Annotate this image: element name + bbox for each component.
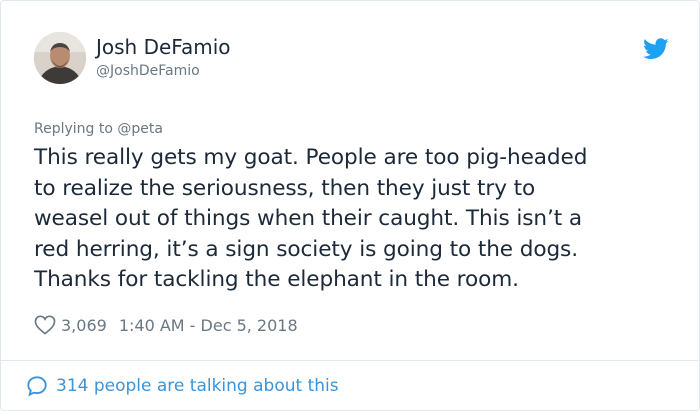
tweet-text-line: to realize the seriousness, then they ju… <box>34 175 536 201</box>
avatar-image <box>34 32 86 84</box>
tweet-card: Josh DeFamio @JoshDeFamio Replying to @p… <box>0 0 700 411</box>
tweet-text-line: Thanks for tackling the elephant in the … <box>34 267 519 292</box>
author-info[interactable]: Josh DeFamio @JoshDeFamio <box>96 34 231 81</box>
twitter-bird-icon[interactable] <box>643 38 669 60</box>
tweet-meta: 3,069 1:40 AM - Dec 5, 2018 <box>34 313 298 337</box>
tweet-text: This really gets my goat. People are too… <box>34 143 674 296</box>
avatar[interactable] <box>34 32 86 84</box>
speech-bubble-icon <box>27 376 47 397</box>
heart-outline-icon[interactable] <box>34 315 56 335</box>
author-display-name[interactable]: Josh DeFamio <box>96 34 231 60</box>
tweet-header: Josh DeFamio @JoshDeFamio <box>34 32 669 88</box>
tweet-text-line: weasel out of things when their caught. … <box>34 206 583 231</box>
author-handle[interactable]: @JoshDeFamio <box>96 61 231 81</box>
tweet-text-line: red herring, it’s a sign society is goin… <box>34 236 578 262</box>
tweet-timestamp[interactable]: 1:40 AM - Dec 5, 2018 <box>119 316 298 335</box>
tweet-text-line: This really gets my goat. People are too… <box>34 145 588 170</box>
like-count[interactable]: 3,069 <box>61 316 107 335</box>
replying-to[interactable]: Replying to @peta <box>34 121 163 137</box>
conversation-link-label[interactable]: 314 people are talking about this <box>56 376 339 396</box>
conversation-link[interactable]: 314 people are talking about this <box>26 373 339 399</box>
divider <box>1 360 699 361</box>
